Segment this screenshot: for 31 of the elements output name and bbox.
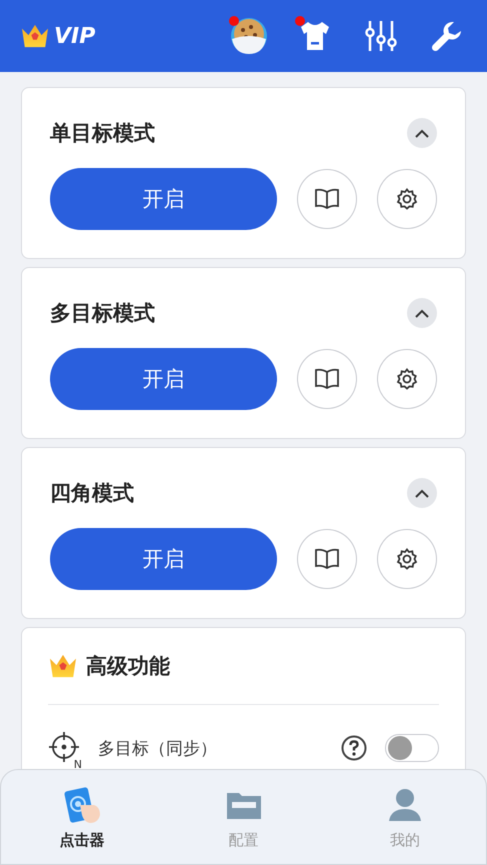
book-icon	[314, 548, 340, 570]
nav-tab[interactable]: 点击器	[1, 770, 163, 864]
start-button[interactable]: 开启	[50, 168, 278, 230]
chevron-icon	[415, 308, 429, 318]
chevron-icon	[415, 128, 429, 138]
mode-title: 多目标模式	[50, 300, 155, 327]
vip-label[interactable]: VIP	[54, 24, 203, 48]
start-button[interactable]: 开启	[50, 528, 278, 590]
shirt-icon[interactable]	[298, 20, 332, 52]
gear-icon	[395, 547, 420, 571]
gear-icon	[395, 367, 420, 391]
toggle-switch[interactable]	[385, 734, 439, 762]
phone-tap-icon	[62, 784, 102, 824]
mode-title: 四角模式	[50, 480, 134, 507]
mode-title: 单目标模式	[50, 120, 155, 147]
crown-icon	[48, 653, 78, 679]
chevron-icon	[415, 488, 429, 498]
collapse-button[interactable]	[407, 298, 437, 328]
sliders-icon[interactable]	[364, 19, 398, 53]
section-title: 高级功能	[86, 653, 170, 680]
crown-icon	[20, 23, 50, 49]
help-icon[interactable]	[341, 735, 367, 761]
wrench-icon[interactable]	[431, 20, 463, 52]
collapse-button[interactable]	[407, 478, 437, 508]
start-button[interactable]: 开启	[50, 348, 278, 410]
feature-label: 多目标（同步）	[98, 738, 218, 760]
cookie-bowl-icon[interactable]	[230, 17, 268, 55]
collapse-button[interactable]	[407, 118, 437, 148]
book-icon	[314, 368, 340, 390]
gear-icon	[395, 187, 420, 211]
book-icon	[314, 188, 340, 210]
